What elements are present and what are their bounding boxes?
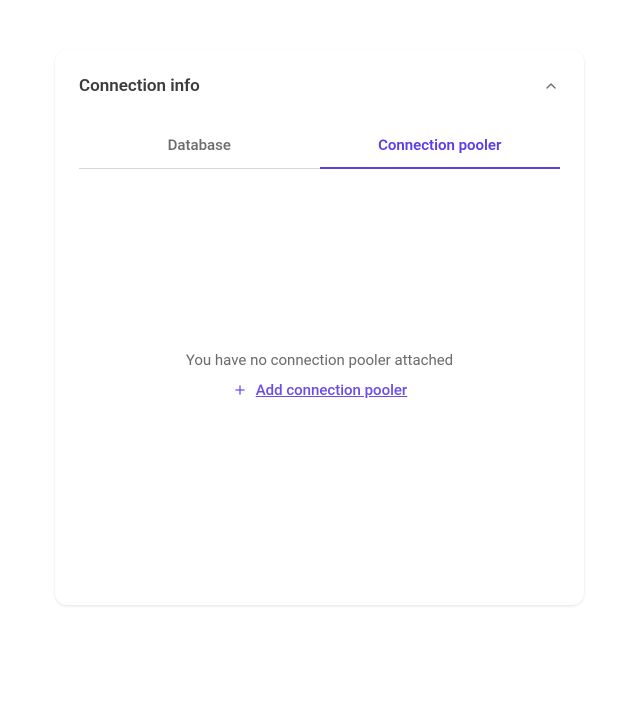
connection-info-card: Connection info Database Connection pool… xyxy=(55,50,584,605)
empty-state: You have no connection pooler attached A… xyxy=(79,169,560,581)
tab-connection-pooler[interactable]: Connection pooler xyxy=(320,124,561,168)
chevron-up-icon[interactable] xyxy=(542,77,560,95)
plus-icon xyxy=(232,382,248,398)
card-title: Connection info xyxy=(79,76,200,96)
add-connection-pooler-label: Add connection pooler xyxy=(256,381,408,399)
tabs: Database Connection pooler xyxy=(79,124,560,169)
empty-state-message: You have no connection pooler attached xyxy=(186,351,453,369)
add-connection-pooler-button[interactable]: Add connection pooler xyxy=(232,381,408,399)
card-header: Connection info xyxy=(79,76,560,96)
tab-database[interactable]: Database xyxy=(79,124,320,168)
